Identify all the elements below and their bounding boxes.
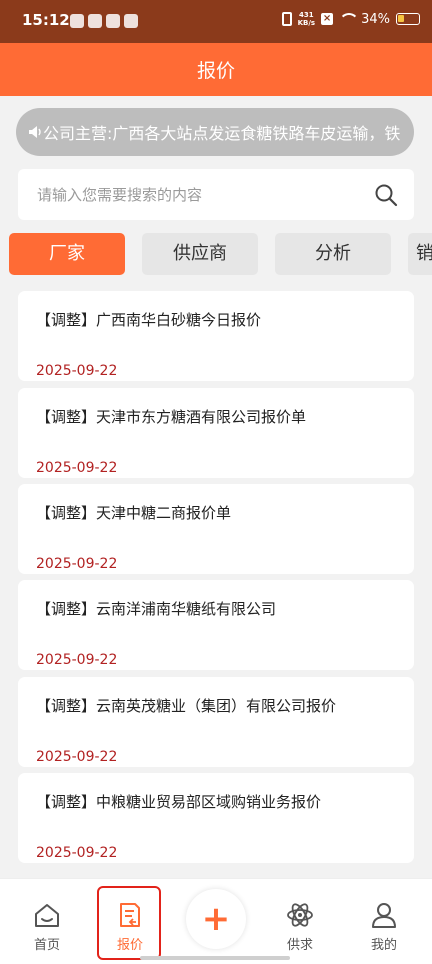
quote-date: 2025-09-22 [36, 845, 118, 861]
search-icon[interactable] [374, 183, 398, 207]
wifi-icon [339, 13, 360, 25]
quote-title: 【调整】天津中糖二商报价单 [36, 504, 232, 522]
atom-icon [287, 903, 313, 927]
plus-icon: + [201, 899, 231, 939]
notification-app-icon [88, 14, 102, 28]
nav-home-label: 首页 [33, 938, 60, 953]
tab-supplier[interactable]: 供应商 [142, 233, 258, 275]
quote-card[interactable]: 【调整】天津市东方糖酒有限公司报价单 2025-09-22 [18, 388, 414, 478]
nav-home[interactable]: 首页 [4, 879, 90, 964]
nav-mine[interactable]: 我的 [341, 879, 427, 964]
quote-title: 【调整】云南洋浦南华糖纸有限公司 [36, 600, 277, 618]
quote-card[interactable]: 【调整】云南洋浦南华糖纸有限公司 2025-09-22 [18, 580, 414, 670]
highlight-box [97, 886, 161, 960]
quote-date: 2025-09-22 [36, 749, 118, 765]
quote-card[interactable]: 【调整】中粮糖业贸易部区域购销业务报价 2025-09-22 [18, 773, 414, 863]
gesture-home-bar[interactable] [140, 956, 290, 960]
page-title: 报价 [196, 60, 235, 82]
battery-level [398, 15, 404, 22]
quote-date: 2025-09-22 [36, 556, 118, 572]
tab-manufacturer[interactable]: 厂家 [9, 233, 125, 275]
speaker-icon [29, 126, 41, 138]
person-icon [372, 903, 396, 928]
search-input[interactable] [18, 169, 358, 220]
search-bar [18, 169, 414, 220]
app-header: 报价 [0, 43, 432, 96]
sim-off-icon: × [321, 13, 334, 25]
notification-app-icon [124, 14, 138, 28]
network-speed-value: 431 [299, 11, 314, 19]
quote-card[interactable]: 【调整】广西南华白砂糖今日报价 2025-09-22 [18, 291, 414, 381]
network-speed-unit: KB/s [297, 19, 316, 27]
notification-app-icon [106, 14, 120, 28]
battery-icon [396, 13, 420, 25]
nav-supply-demand[interactable]: 供求 [257, 879, 343, 964]
quote-date: 2025-09-22 [36, 363, 118, 379]
nav-supply-label: 供求 [286, 938, 313, 953]
status-bar: 15:12 431 KB/s × 34% [0, 0, 432, 43]
status-time: 15:12 [22, 11, 70, 29]
battery-percent: 34% [361, 11, 390, 27]
tab-analysis[interactable]: 分析 [275, 233, 391, 275]
tab-sales[interactable]: 销 [408, 233, 432, 275]
quote-title: 【调整】天津市东方糖酒有限公司报价单 [36, 408, 307, 426]
notification-icons [70, 14, 138, 28]
add-button[interactable]: + [186, 889, 246, 949]
notification-app-icon [70, 14, 84, 28]
quote-date: 2025-09-22 [36, 460, 118, 476]
status-right: 431 KB/s × 34% [281, 11, 420, 27]
announcement-banner[interactable]: 公司主营:广西各大站点发运食糖铁路车皮运输，铁 [16, 108, 414, 156]
announcement-text: 公司主营:广西各大站点发运食糖铁路车皮运输，铁 [43, 124, 401, 143]
quote-title: 【调整】云南英茂糖业（集团）有限公司报价 [36, 697, 337, 715]
quote-title: 【调整】中粮糖业贸易部区域购销业务报价 [36, 793, 322, 811]
quote-card[interactable]: 【调整】云南英茂糖业（集团）有限公司报价 2025-09-22 [18, 677, 414, 767]
quote-card[interactable]: 【调整】天津中糖二商报价单 2025-09-22 [18, 484, 414, 574]
network-speed: 431 KB/s [298, 11, 315, 27]
nav-mine-label: 我的 [370, 938, 397, 953]
quote-date: 2025-09-22 [36, 652, 118, 668]
category-tabs: 厂家 供应商 分析 销 [9, 233, 432, 275]
home-icon [35, 904, 59, 927]
quote-title: 【调整】广西南华白砂糖今日报价 [36, 311, 262, 329]
vibrate-icon [281, 12, 292, 26]
